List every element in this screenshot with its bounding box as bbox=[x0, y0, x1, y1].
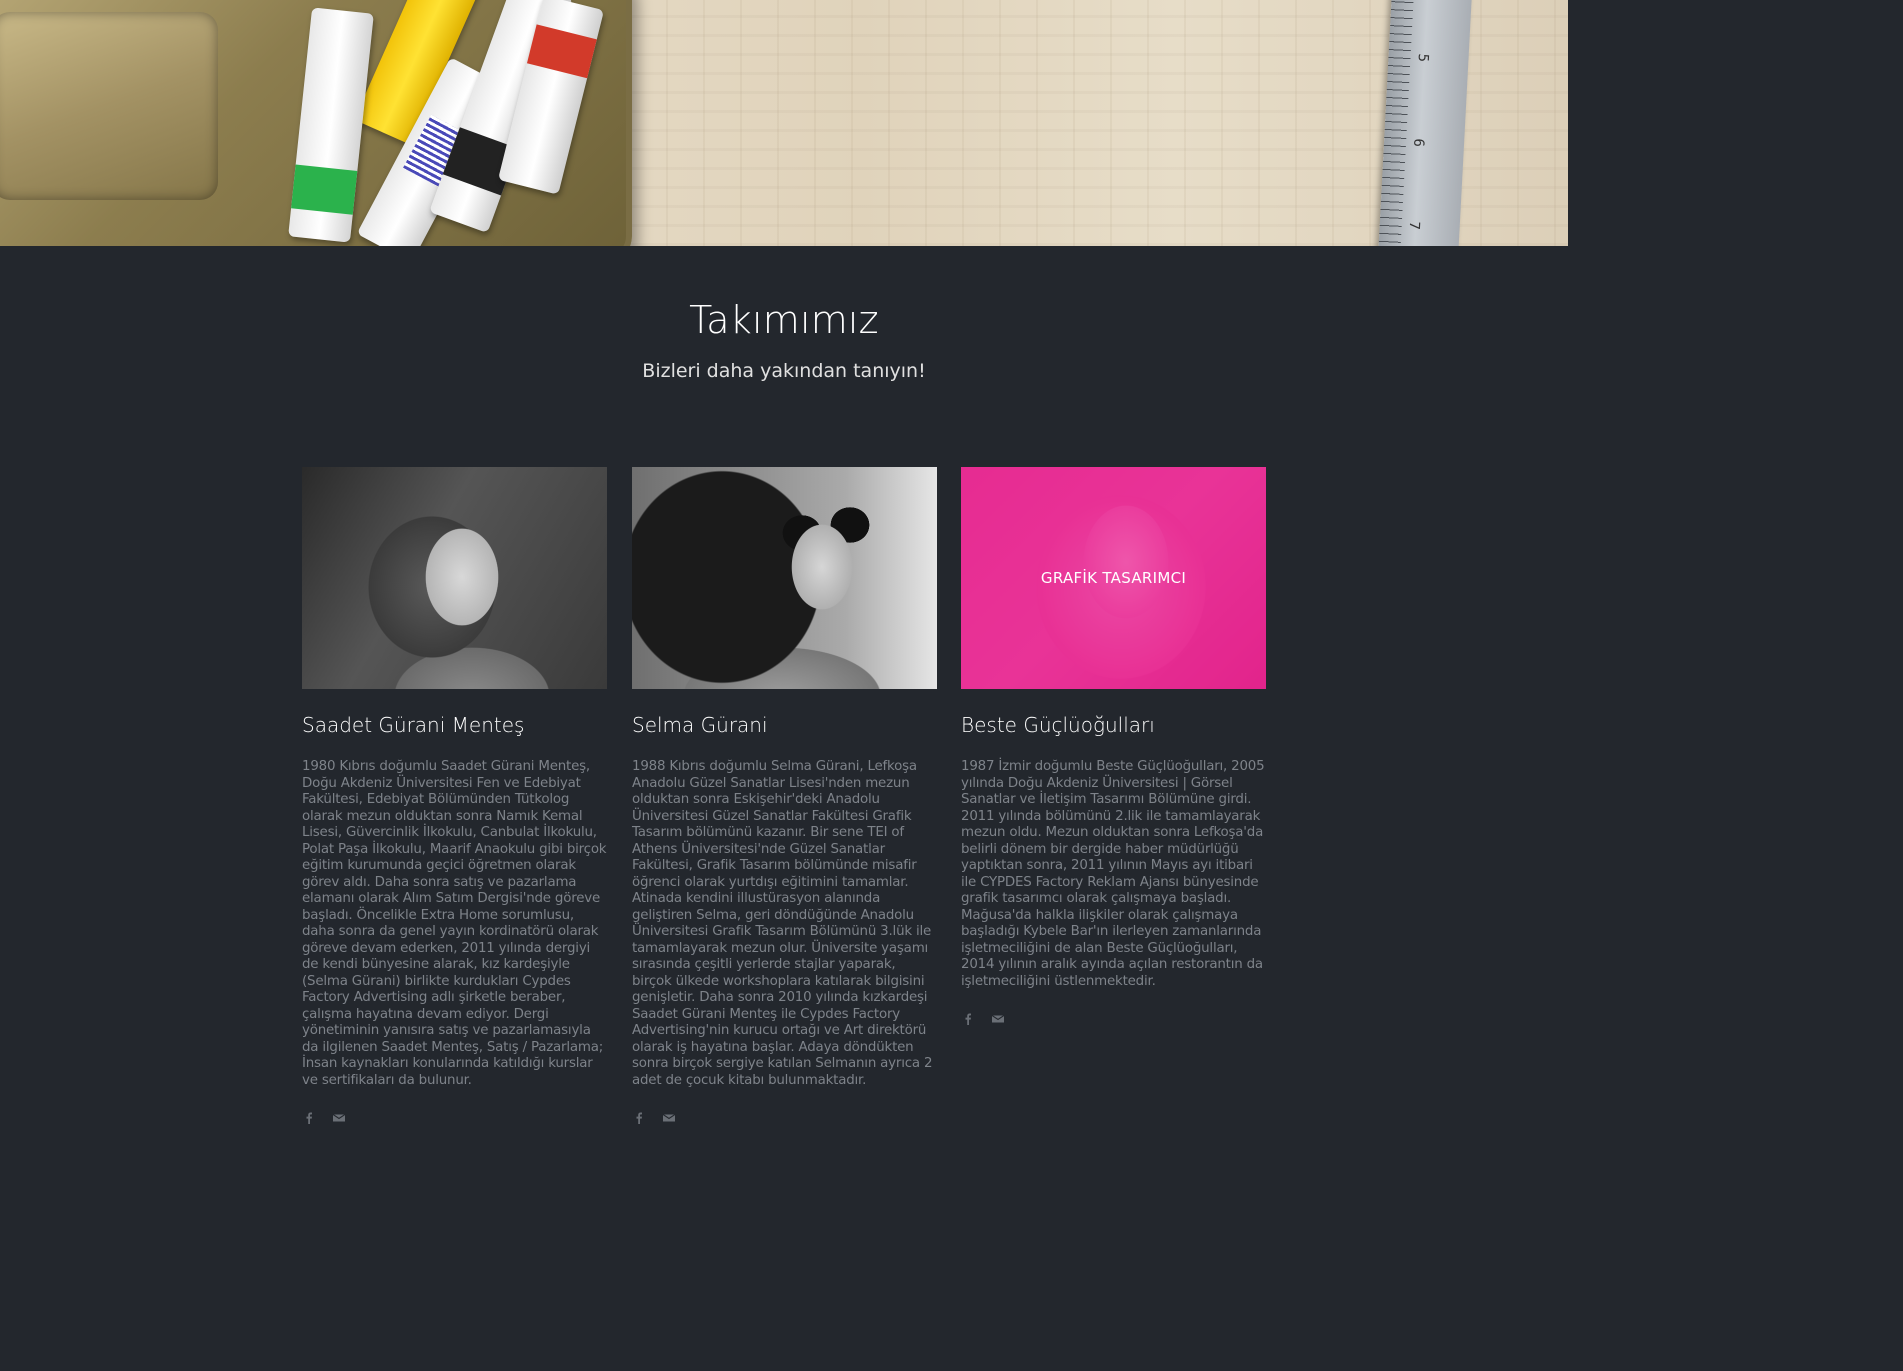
member-photo[interactable]: GRAFİK TASARIMCI bbox=[961, 467, 1266, 689]
member-role: GRAFİK TASARIMCI bbox=[1040, 569, 1187, 587]
ruler-image: 5 6 7 bbox=[1377, 0, 1473, 246]
member-bio: 1988 Kıbrıs doğumlu Selma Gürani, Lefkoş… bbox=[632, 759, 933, 1088]
team-section: Takımımız Bizleri daha yakından tanıyın!… bbox=[0, 246, 1568, 1130]
team-member-card: Selma Gürani 1988 Kıbrıs doğumlu Selma G… bbox=[632, 467, 937, 1125]
section-subtitle: Bizleri daha yakından tanıyın! bbox=[642, 360, 926, 382]
ruler-number: 7 bbox=[1405, 220, 1423, 231]
member-name: Beste Güçlüoğulları bbox=[961, 713, 1155, 737]
email-icon[interactable] bbox=[991, 1012, 1005, 1026]
team-member-card: Saadet Gürani Menteş 1980 Kıbrıs doğumlu… bbox=[302, 467, 607, 1125]
tin-lid bbox=[0, 12, 218, 200]
member-social-links bbox=[302, 1111, 607, 1125]
ruler-number: 6 bbox=[1410, 138, 1427, 148]
facebook-icon[interactable] bbox=[961, 1012, 975, 1026]
member-name: Saadet Gürani Menteş bbox=[302, 713, 525, 737]
facebook-icon[interactable] bbox=[632, 1111, 646, 1125]
section-title: Takımımız bbox=[689, 298, 879, 342]
email-icon[interactable] bbox=[332, 1111, 346, 1125]
member-bio: 1980 Kıbrıs doğumlu Saadet Gürani Menteş… bbox=[302, 759, 607, 1088]
member-social-links bbox=[961, 1012, 1266, 1026]
member-photo[interactable] bbox=[302, 467, 607, 689]
member-photo[interactable] bbox=[632, 467, 937, 689]
team-member-card: GRAFİK TASARIMCI Beste Güçlüoğulları 198… bbox=[961, 467, 1266, 1026]
hero-banner: 5 6 7 bbox=[0, 0, 1568, 246]
ruler-number: 5 bbox=[1414, 53, 1431, 63]
member-name: Selma Gürani bbox=[632, 713, 768, 737]
member-bio: 1987 İzmir doğumlu Beste Güçlüoğulları, … bbox=[961, 759, 1265, 989]
member-social-links bbox=[632, 1111, 937, 1125]
email-icon[interactable] bbox=[662, 1111, 676, 1125]
facebook-icon[interactable] bbox=[302, 1111, 316, 1125]
member-photo-overlay: GRAFİK TASARIMCI bbox=[961, 467, 1266, 689]
